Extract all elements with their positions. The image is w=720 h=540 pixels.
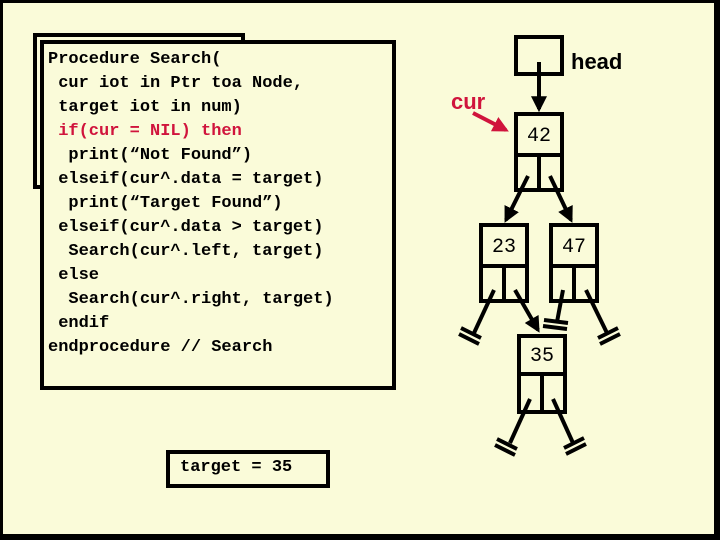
tree-node-35: 35 xyxy=(517,334,567,414)
node-value-42: 42 xyxy=(527,125,551,148)
nil-pointer-23-left xyxy=(458,289,496,346)
tree-node-42: 42 xyxy=(514,112,564,192)
nil-pointer-35-left xyxy=(494,398,532,457)
node-value-47: 47 xyxy=(562,236,586,259)
cur-pointer-arrow xyxy=(472,111,509,132)
tree-node-47: 47 xyxy=(549,223,599,303)
binary-tree-diagram: head cur 42 23 47 35 xyxy=(451,35,622,457)
nil-pointer-47-left xyxy=(542,289,569,331)
cur-label: cur xyxy=(451,89,486,114)
node-value-23: 23 xyxy=(492,236,516,259)
nil-pointer-47-right xyxy=(584,289,621,346)
tree-node-23: 23 xyxy=(479,223,529,303)
node-value-35: 35 xyxy=(530,345,554,368)
head-label: head xyxy=(571,49,622,74)
nil-pointer-35-right xyxy=(551,398,587,456)
